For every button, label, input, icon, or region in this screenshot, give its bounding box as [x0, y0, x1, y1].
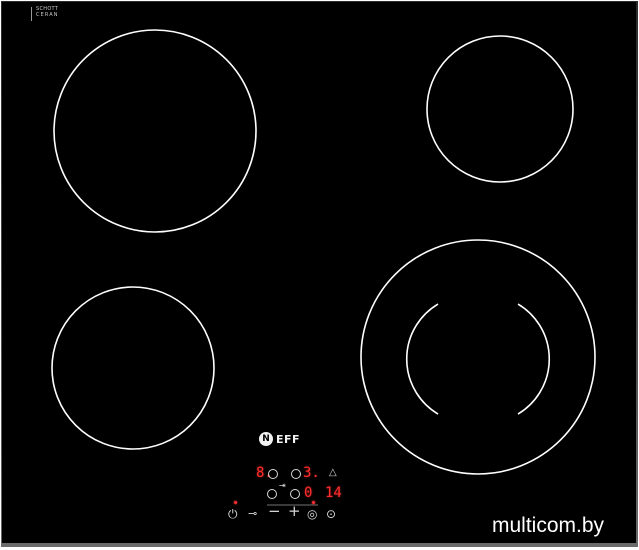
zone-select-left-button[interactable]: [268, 469, 278, 479]
minus-button[interactable]: −: [268, 504, 281, 519]
zone-select-rear-left-button[interactable]: [267, 489, 277, 499]
zone-select-rear-right-button[interactable]: [290, 489, 300, 499]
plus-button[interactable]: +: [288, 504, 301, 519]
timer-icon[interactable]: ◎: [307, 508, 317, 520]
watermark: multicom.by: [492, 514, 605, 537]
power-icon[interactable]: ⏻: [228, 508, 238, 520]
neff-badge: N: [259, 432, 273, 446]
key-icon[interactable]: ⊸: [248, 508, 257, 520]
zone-display-right: 3.: [303, 465, 320, 481]
skip-icon[interactable]: ⇥: [279, 480, 286, 492]
neff-wordmark: EFF: [276, 432, 301, 446]
schott-ceran-mark: SCHOTT CERAN: [31, 6, 59, 21]
glass-surface: [2, 2, 636, 543]
triangle-icon[interactable]: △: [329, 467, 337, 479]
brand-line-2: CERAN: [36, 12, 59, 18]
timer-display-digits: 14: [325, 485, 342, 501]
neff-logo: N EFF: [259, 432, 300, 446]
zone-select-right-button[interactable]: [291, 469, 301, 479]
timer-led: [312, 501, 315, 504]
timer-display-zero: 0: [304, 485, 313, 501]
cooktop: SCHOTT CERAN N EFF 8. ⇥ 3. △ 0 14 ⏻ ⊸ − …: [0, 0, 639, 550]
power-led: [234, 501, 237, 504]
check-icon[interactable]: ⊙: [326, 508, 336, 520]
